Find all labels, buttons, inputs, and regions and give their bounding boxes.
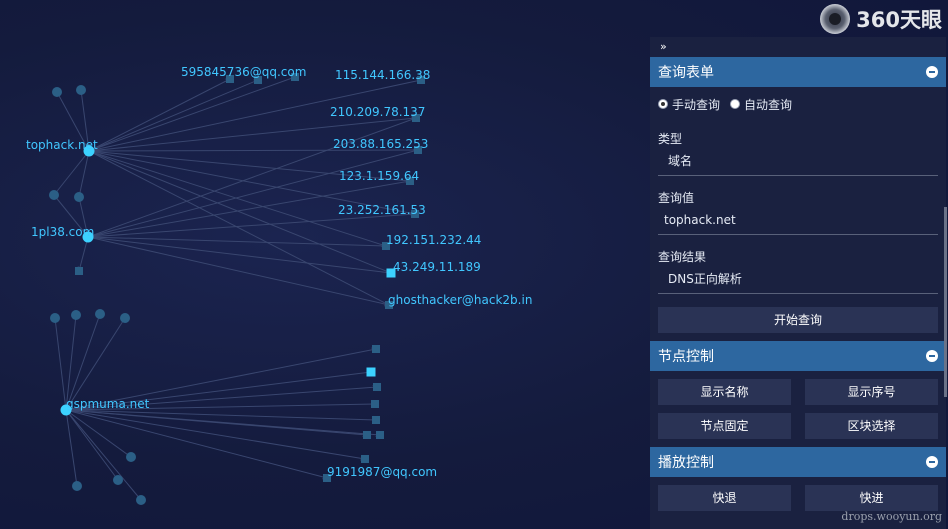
collapse-query-icon[interactable]: [926, 66, 938, 78]
query-result-label: 查询结果: [658, 250, 707, 264]
node-label[interactable]: 595845736@qq.com: [181, 65, 306, 79]
node-label[interactable]: 210.209.78.137: [330, 105, 425, 119]
query-mode-group: 手动查询 自动查询: [658, 87, 938, 117]
graph-edge: [87, 211, 416, 238]
graph-node[interactable]: [126, 452, 136, 462]
node-control-row-2: 节点固定 区块选择: [650, 413, 946, 439]
graph-node[interactable]: [361, 455, 369, 463]
graph-edge: [88, 78, 231, 152]
graph-node[interactable]: [113, 475, 123, 485]
graph-node[interactable]: [50, 313, 60, 323]
query-form-header[interactable]: 查询表单: [650, 57, 946, 87]
node-label[interactable]: 123.1.159.64: [339, 169, 419, 183]
graph-edge: [53, 317, 67, 411]
node-label[interactable]: 9191987@qq.com: [327, 465, 437, 479]
graph-node[interactable]: [95, 309, 105, 319]
node-control-title: 节点控制: [658, 349, 714, 365]
graph-node[interactable]: [74, 192, 84, 202]
graph-node[interactable]: [136, 495, 146, 505]
graph-node[interactable]: [49, 190, 59, 200]
query-value-label: 查询值: [658, 191, 695, 205]
collapse-panel-icon[interactable]: »: [650, 37, 946, 57]
graph-edge: [88, 79, 259, 152]
graph-node[interactable]: [52, 87, 62, 97]
query-result-select[interactable]: DNS正向解析: [658, 265, 938, 294]
graph-node[interactable]: [371, 400, 379, 408]
node-label[interactable]: gspmuma.net: [66, 397, 150, 411]
graph-node[interactable]: [366, 367, 376, 377]
panel-scrollbar[interactable]: [944, 207, 947, 397]
show-name-button[interactable]: 显示名称: [658, 379, 791, 405]
query-form-title: 查询表单: [658, 65, 714, 81]
graph-edge: [65, 409, 119, 481]
graph-edge: [87, 148, 419, 238]
graph-edge: [65, 409, 377, 423]
radio-unchecked-icon[interactable]: [730, 99, 741, 109]
node-label[interactable]: 43.249.11.189: [393, 260, 481, 274]
control-panel: » 查询表单 手动查询 自动查询 类型 域名 查询值 tophack.net 查…: [650, 37, 946, 529]
forward-button[interactable]: 快进: [805, 485, 938, 511]
rewind-button[interactable]: 快退: [658, 485, 791, 511]
query-value-input[interactable]: tophack.net: [658, 206, 938, 235]
node-label[interactable]: 115.144.166.38: [335, 68, 430, 82]
graph-node[interactable]: [120, 313, 130, 323]
node-label[interactable]: 1pl38.com: [31, 225, 94, 239]
node-label[interactable]: 203.88.165.253: [333, 137, 428, 151]
fix-nodes-button[interactable]: 节点固定: [658, 413, 791, 439]
playback-control-title: 播放控制: [658, 455, 714, 471]
manual-query-radio[interactable]: 手动查询: [658, 96, 720, 113]
playback-row: 快退 快进: [650, 485, 946, 511]
relationship-graph[interactable]: 595845736@qq.com 115.144.166.38 210.209.78…: [0, 0, 650, 529]
watermark-text: drops.wooyun.org: [841, 510, 942, 523]
query-form: 手动查询 自动查询 类型 域名 查询值 tophack.net 查询结果 DNS…: [650, 87, 946, 333]
node-label[interactable]: tophack.net: [26, 138, 98, 152]
collapse-node-control-icon[interactable]: [926, 350, 938, 362]
graph-edge: [65, 409, 366, 461]
logo-brand: 360天眼: [856, 8, 942, 32]
graph-node[interactable]: [363, 431, 371, 439]
graph-node[interactable]: [72, 481, 82, 491]
type-label: 类型: [658, 132, 683, 146]
area-select-button[interactable]: 区块选择: [805, 413, 938, 439]
graph-node[interactable]: [376, 431, 384, 439]
logo: 360天眼: [820, 2, 942, 36]
graph-node[interactable]: [76, 85, 86, 95]
graph-node[interactable]: [372, 345, 380, 353]
graph-node[interactable]: [372, 416, 380, 424]
node-label[interactable]: 192.151.232.44: [386, 233, 481, 247]
graph-edge: [87, 236, 387, 249]
node-label[interactable]: ghosthacker@hack2b.in: [388, 293, 532, 307]
graph-edge: [87, 236, 390, 307]
graph-edge: [65, 409, 132, 458]
type-select[interactable]: 域名: [658, 147, 938, 176]
show-index-button[interactable]: 显示序号: [805, 379, 938, 405]
node-control-header[interactable]: 节点控制: [650, 341, 946, 371]
node-control-row-1: 显示名称 显示序号: [650, 379, 946, 405]
start-query-button[interactable]: 开始查询: [658, 307, 938, 333]
graph-node[interactable]: [71, 310, 81, 320]
eye-logo-icon: [820, 4, 851, 34]
graph-node[interactable]: [75, 267, 83, 275]
auto-query-label: 自动查询: [744, 97, 793, 112]
graph-node[interactable]: [373, 383, 381, 391]
node-label[interactable]: 23.252.161.53: [338, 203, 426, 217]
manual-query-label: 手动查询: [672, 97, 721, 112]
playback-control-header[interactable]: 播放控制: [650, 447, 946, 477]
collapse-playback-icon[interactable]: [926, 456, 938, 468]
auto-query-radio[interactable]: 自动查询: [730, 96, 792, 113]
radio-checked-icon[interactable]: [658, 99, 668, 109]
